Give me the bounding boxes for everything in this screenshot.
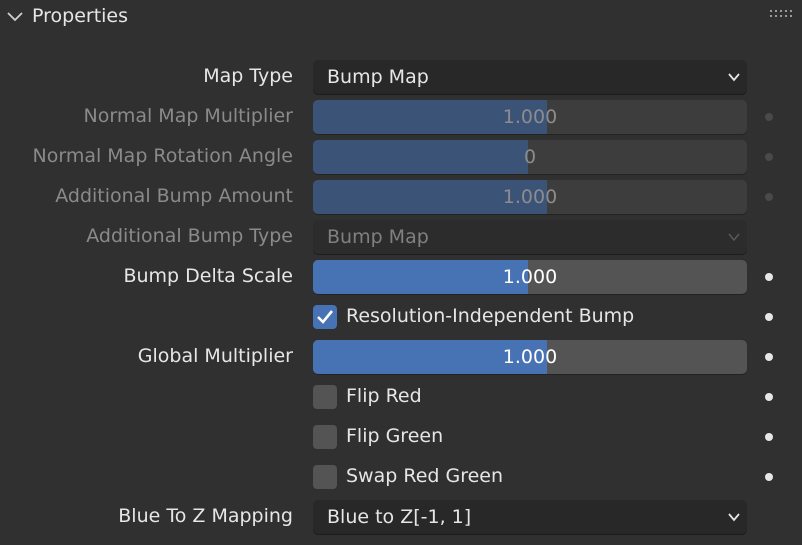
row-additional-bump-amount: Additional Bump Amount 1.000 <box>0 177 802 217</box>
row-swap-red-green: Swap Red Green <box>0 457 802 497</box>
flip-green-label[interactable]: Flip Green <box>346 425 443 447</box>
normal-map-rotation-label: Normal Map Rotation Angle <box>32 145 294 167</box>
row-map-type: Map Type Bump Map <box>0 57 802 97</box>
row-blue-to-z-mapping: Blue To Z Mapping Blue to Z[-1, 1] <box>0 497 802 537</box>
resolution-independent-bump-checkbox[interactable] <box>313 305 337 329</box>
row-normal-map-rotation-angle: Normal Map Rotation Angle 0 <box>0 137 802 177</box>
blue-to-z-mapping-value: Blue to Z[-1, 1] <box>327 506 472 528</box>
normal-map-rotation-value: 0 <box>523 146 537 168</box>
global-multiplier-slider[interactable]: 1.000 <box>313 340 747 374</box>
keyframe-dot-icon[interactable] <box>765 273 773 281</box>
flip-red-checkbox[interactable] <box>313 385 337 409</box>
flip-red-label[interactable]: Flip Red <box>346 385 422 407</box>
row-flip-red: Flip Red <box>0 377 802 417</box>
global-multiplier-label: Global Multiplier <box>137 345 293 367</box>
map-type-label: Map Type <box>203 65 293 87</box>
normal-map-rotation-slider[interactable]: 0 <box>313 140 747 174</box>
bump-delta-scale-value: 1.000 <box>502 266 558 288</box>
normal-map-multiplier-value: 1.000 <box>502 106 558 128</box>
keyframe-dot-icon[interactable] <box>765 313 773 321</box>
row-flip-green: Flip Green <box>0 417 802 457</box>
keyframe-dot-icon[interactable] <box>765 393 773 401</box>
normal-map-multiplier-slider[interactable]: 1.000 <box>313 100 747 134</box>
additional-bump-amount-label: Additional Bump Amount <box>55 185 293 207</box>
chevron-down-icon <box>728 73 740 82</box>
swap-red-green-checkbox[interactable] <box>313 465 337 489</box>
global-multiplier-value: 1.000 <box>502 346 558 368</box>
keyframe-dot-icon[interactable] <box>765 473 773 481</box>
checkmark-icon <box>317 310 334 324</box>
bump-delta-scale-slider[interactable]: 1.000 <box>313 260 747 294</box>
keyframe-dot-icon[interactable] <box>765 353 773 361</box>
additional-bump-type-value: Bump Map <box>327 226 429 248</box>
chevron-down-icon <box>728 513 740 522</box>
blue-to-z-mapping-label: Blue To Z Mapping <box>118 505 293 527</box>
keyframe-dot-icon[interactable] <box>765 113 773 121</box>
properties-panel-header[interactable]: Properties <box>0 0 802 36</box>
grip-icon[interactable] <box>770 10 794 20</box>
swap-red-green-label[interactable]: Swap Red Green <box>346 465 503 487</box>
chevron-down-icon[interactable] <box>6 7 24 25</box>
chevron-down-icon <box>728 233 740 242</box>
row-bump-delta-scale: Bump Delta Scale 1.000 <box>0 257 802 297</box>
additional-bump-type-label: Additional Bump Type <box>86 225 293 247</box>
row-global-multiplier: Global Multiplier 1.000 <box>0 337 802 377</box>
panel-title: Properties <box>32 5 129 27</box>
row-resolution-independent-bump: Resolution-Independent Bump <box>0 297 802 337</box>
keyframe-dot-icon[interactable] <box>765 433 773 441</box>
keyframe-dot-icon[interactable] <box>765 193 773 201</box>
keyframe-dot-icon[interactable] <box>765 153 773 161</box>
bump-delta-scale-label: Bump Delta Scale <box>123 265 293 287</box>
map-type-dropdown[interactable]: Bump Map <box>313 60 747 94</box>
flip-green-checkbox[interactable] <box>313 425 337 449</box>
row-additional-bump-type: Additional Bump Type Bump Map <box>0 217 802 257</box>
normal-map-multiplier-label: Normal Map Multiplier <box>83 105 293 127</box>
map-type-value: Bump Map <box>327 66 429 88</box>
blue-to-z-mapping-dropdown[interactable]: Blue to Z[-1, 1] <box>313 500 747 534</box>
resolution-independent-bump-label[interactable]: Resolution-Independent Bump <box>346 305 634 327</box>
row-normal-map-multiplier: Normal Map Multiplier 1.000 <box>0 97 802 137</box>
additional-bump-amount-value: 1.000 <box>502 186 558 208</box>
additional-bump-type-dropdown[interactable]: Bump Map <box>313 220 747 254</box>
additional-bump-amount-slider[interactable]: 1.000 <box>313 180 747 214</box>
